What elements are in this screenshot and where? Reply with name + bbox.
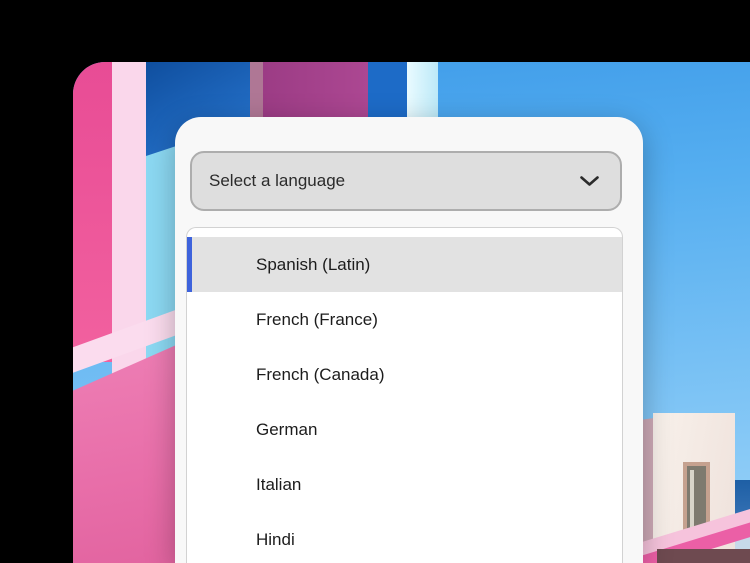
option-label: French (France)	[256, 310, 378, 330]
photo-blue-stripe	[368, 62, 407, 120]
option-label: Italian	[256, 475, 301, 495]
option-spanish-latin[interactable]: Spanish (Latin)	[187, 237, 622, 292]
photo-magenta-block	[263, 62, 368, 120]
photo-hot-pink-stripe	[73, 62, 113, 362]
option-german[interactable]: German	[187, 402, 622, 457]
option-french-france[interactable]: French (France)	[187, 292, 622, 347]
language-picker-button[interactable]: Select a language	[190, 151, 622, 211]
language-selector-card: Select a language Spanish (Latin) French…	[175, 117, 643, 563]
photo-mauve-stripe	[250, 62, 263, 120]
photo-pink-wall	[73, 342, 183, 563]
picker-label: Select a language	[209, 171, 345, 191]
option-label: German	[256, 420, 317, 440]
language-listbox: Spanish (Latin) French (France) French (…	[186, 227, 623, 563]
chevron-down-icon	[579, 175, 600, 187]
option-french-canada[interactable]: French (Canada)	[187, 347, 622, 402]
photo-pale-cyan-stripe	[407, 62, 438, 120]
option-label: Hindi	[256, 530, 295, 550]
option-label: French (Canada)	[256, 365, 385, 385]
option-label: Spanish (Latin)	[256, 255, 370, 275]
option-italian[interactable]: Italian	[187, 457, 622, 512]
photo-roof-edge	[657, 549, 750, 563]
option-hindi[interactable]: Hindi	[187, 512, 622, 563]
